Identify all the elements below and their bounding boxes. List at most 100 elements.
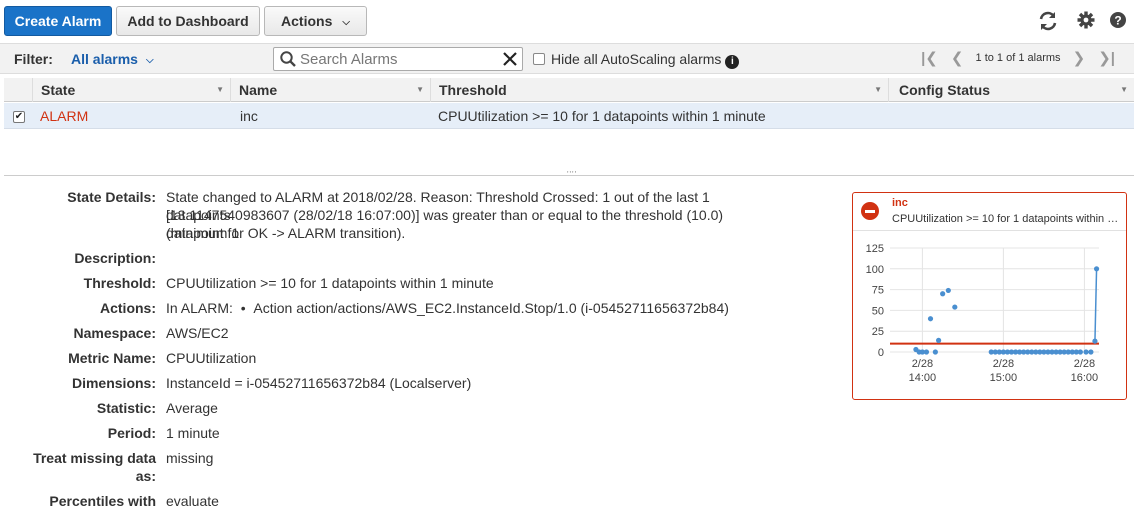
threshold-value: CPUUtilization >= 10 for 1 datapoints wi… [166,275,494,291]
chevron-down-icon: ⌵ [145,55,154,66]
data-point [936,337,942,343]
data-point [1088,349,1094,355]
data-point [1077,349,1083,355]
filter-label: Filter: [14,51,53,67]
actions-label: Actions: [100,300,156,316]
alarm-graph-plot: 0 25 50 75 100 125 2/28 14:00 2/28 15:00 2/28 16:00 [866,243,1100,384]
next-page-icon[interactable]: ❯ [1073,49,1086,67]
period-value: 1 minute [166,425,220,441]
info-icon[interactable]: i [725,55,740,69]
last-page-icon[interactable]: ❯| [1098,49,1115,67]
data-point [1083,349,1089,355]
alarm-graph-name: inc [892,197,908,209]
alarm-graph-description: CPUUtilization >= 10 for 1 datapoints wi… [892,213,1122,225]
column-header-state[interactable]: State ▼ [32,78,230,102]
hide-autoscaling-label: Hide all AutoScaling alarms [551,51,722,67]
refresh-icon[interactable] [1037,10,1059,32]
x-tick-label: 2/28 [912,358,933,370]
alarm-graph-card[interactable]: inc CPUUtilization >= 10 for 1 datapoint… [852,192,1127,400]
sort-icon: ▼ [216,85,224,94]
namespace-value: AWS/EC2 [166,325,229,341]
alarm-graph-header: inc CPUUtilization >= 10 for 1 datapoint… [853,193,1126,231]
previous-page-icon[interactable]: ❮ [951,49,964,67]
period-label: Period: [107,425,156,441]
actions-dropdown-button[interactable]: Actions ⌵ [264,6,367,36]
dimensions-value: InstanceId = i-05452711656372b84 (Locals… [166,375,472,391]
column-header-threshold[interactable]: Threshold ▼ [430,78,888,102]
y-tick-label: 0 [878,347,884,359]
data-point [952,304,958,310]
treat-missing-value: missing [166,450,214,466]
search-box [273,47,523,71]
y-tick-label: 125 [866,243,884,255]
metric-name-label: Metric Name: [68,350,156,366]
x-tick-label: 15:00 [990,372,1018,384]
cloudwatch-alarms-page: Create Alarm Add to Dashboard Actions ⌵ ?… [0,0,1134,513]
hide-autoscaling-option[interactable]: Hide all AutoScaling alarms i [533,51,740,69]
y-tick-label: 100 [866,264,884,276]
svg-text:?: ? [1114,14,1121,28]
row-threshold: CPUUtilization >= 10 for 1 datapoints wi… [438,108,766,124]
dimensions-label: Dimensions: [71,375,156,391]
sort-icon: ▼ [1120,85,1128,94]
column-header-name[interactable]: Name ▼ [230,78,430,102]
state-details-label: State Details: [67,189,156,205]
search-input[interactable] [300,49,496,69]
clear-search-icon[interactable] [501,50,519,68]
y-tick-label: 25 [872,326,884,338]
actions-action: Action action/actions/AWS_EC2.InstanceId… [253,300,729,316]
row-state: ALARM [40,108,89,124]
add-to-dashboard-button[interactable]: Add to Dashboard [116,6,260,36]
row-checkbox[interactable]: ✔ [13,111,25,123]
description-label: Description: [74,250,156,266]
namespace-label: Namespace: [73,325,157,341]
statistic-value: Average [166,400,218,416]
drag-handle-icon[interactable]: '''' [567,170,577,179]
y-tick-label: 75 [872,285,884,297]
data-point [1092,338,1098,344]
first-page-icon[interactable]: |❮ [921,49,938,67]
create-alarm-button[interactable]: Create Alarm [4,6,112,36]
search-icon [280,51,296,67]
percentiles-label: Percentiles with [49,493,156,509]
x-tick-label: 2/28 [1074,358,1095,370]
column-title: Config Status [899,82,990,98]
help-icon[interactable]: ? [1107,10,1129,32]
data-point [940,291,946,297]
actions-in-alarm: In ALARM: [166,300,233,316]
data-point [932,349,938,355]
filter-value: All alarms [71,51,138,67]
x-tick-label: 14:00 [909,372,937,384]
x-tick-label: 2/28 [993,358,1014,370]
metric-name-value: CPUUtilization [166,350,257,366]
alarm-state-icon [861,202,879,220]
row-name: inc [240,108,258,124]
percentiles-value: evaluate [166,493,219,509]
data-point [1093,266,1100,272]
gear-icon[interactable] [1075,10,1097,32]
treat-missing-label: Treat missing data [33,450,156,466]
sort-icon: ▼ [874,85,882,94]
column-title: Threshold [439,82,507,98]
toolbar: Create Alarm Add to Dashboard Actions ⌵ ? [0,0,1134,42]
table-row[interactable]: ✔ ALARM inc CPUUtilization >= 10 for 1 d… [4,103,1134,129]
actions-value: In ALARM: • Action action/actions/AWS_EC… [166,300,729,316]
data-point [945,287,951,294]
table-header: State ▼ Name ▼ Threshold ▼ Config Status ▼ [4,78,1134,102]
y-tick-label: 50 [872,305,884,317]
actions-label: Actions [281,13,333,29]
series-line [1094,268,1098,342]
sort-icon: ▼ [416,85,424,94]
column-title: Name [239,82,278,98]
filter-select[interactable]: All alarms ⌵ [71,51,154,67]
filter-bar: Filter: All alarms ⌵ Hide all AutoScaling… [0,43,1134,74]
x-tick-label: 16:00 [1071,372,1099,384]
data-point [923,349,930,355]
chevron-down-icon: ⌵ [342,17,350,28]
treat-missing-label: as: [135,468,156,484]
hide-autoscaling-checkbox[interactable] [533,53,545,65]
data-point [927,316,934,322]
pane-splitter[interactable]: '''' [4,170,1134,179]
threshold-label: Threshold: [83,275,156,291]
column-header-config-status[interactable]: Config Status ▼ [888,78,1134,102]
